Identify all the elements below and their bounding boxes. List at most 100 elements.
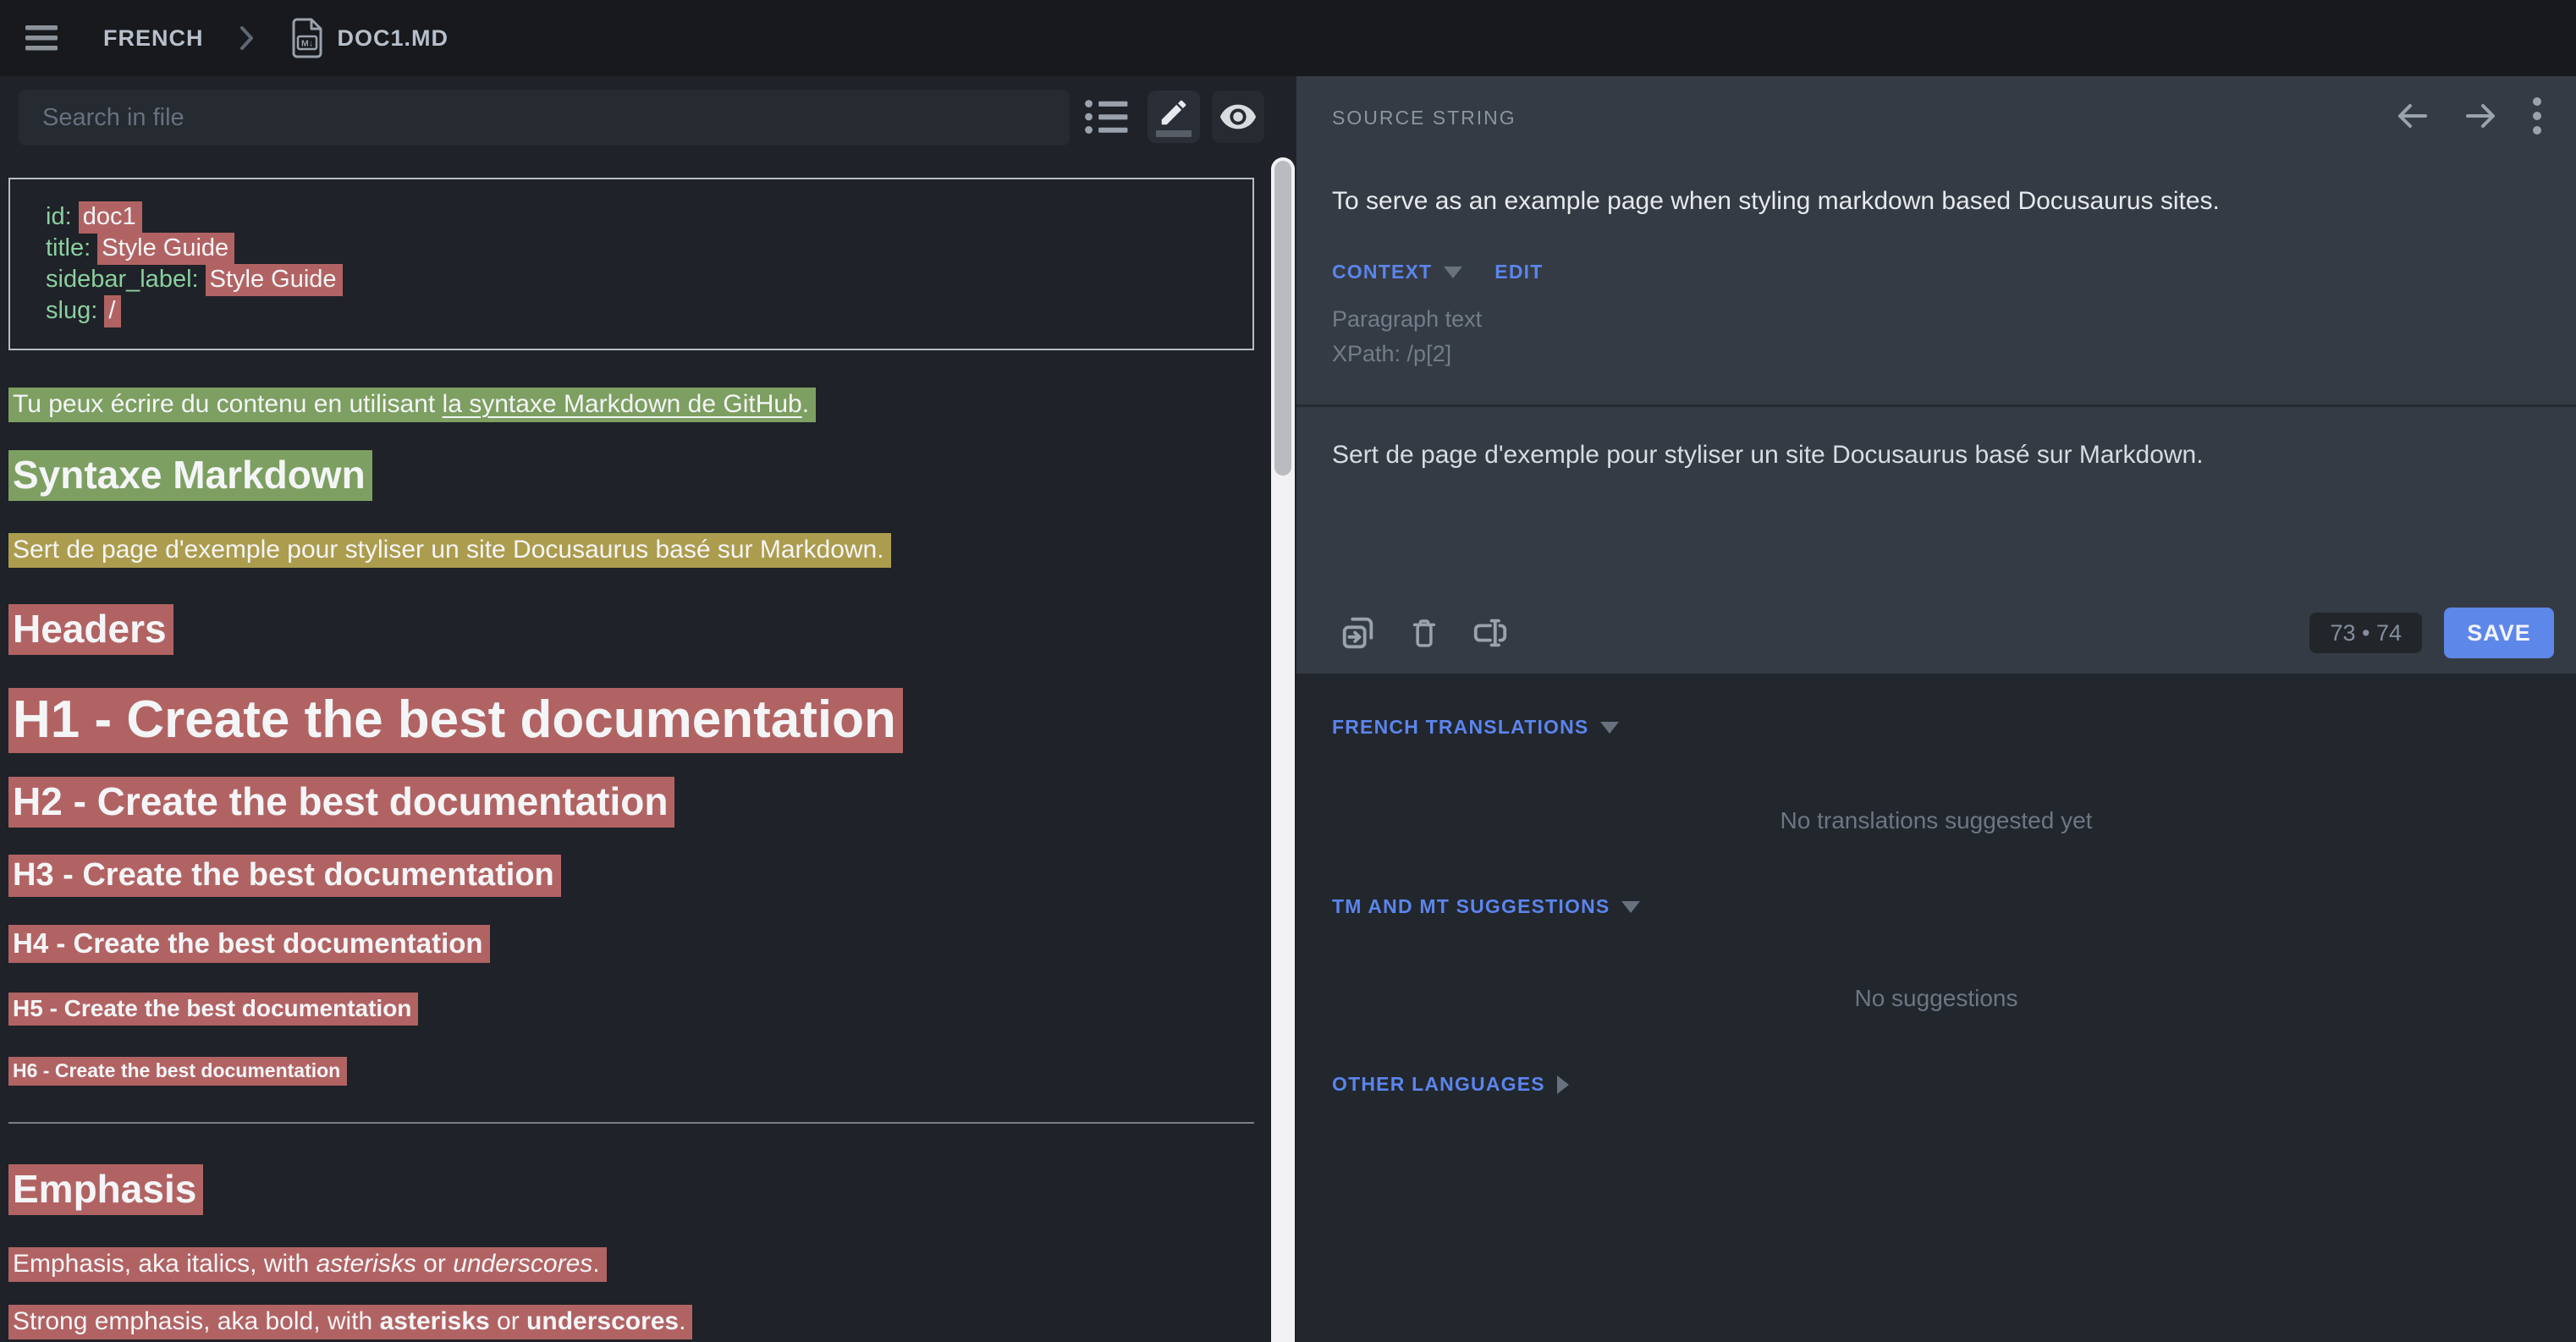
doc-bold-text: underscores bbox=[526, 1307, 679, 1335]
frontmatter-block: id: doc1 title: Style Guide sidebar_labe… bbox=[8, 178, 1254, 350]
chevron-down-icon bbox=[1621, 901, 1640, 913]
arrow-left-icon bbox=[2393, 99, 2430, 133]
doc-heading-2: Headers bbox=[8, 602, 1256, 655]
string-highlight[interactable]: Style Guide bbox=[206, 264, 343, 296]
string-highlight[interactable]: H3 - Create the best documentation bbox=[8, 855, 561, 897]
doc-text: . bbox=[679, 1307, 685, 1335]
doc-heading-1: H1 - Create the best documentation bbox=[8, 685, 1256, 755]
strings-list-button[interactable] bbox=[1084, 96, 1128, 137]
editor-panel: id: doc1 title: Style Guide sidebar_labe… bbox=[0, 76, 1296, 1342]
string-highlight[interactable]: Emphasis bbox=[8, 1164, 203, 1215]
doc-text: . bbox=[802, 390, 809, 418]
doc-paragraph: Sert de page d'exemple pour styliser un … bbox=[8, 531, 1256, 569]
string-highlight[interactable]: / bbox=[104, 295, 121, 327]
string-highlight[interactable]: Headers bbox=[8, 604, 173, 655]
delete-translation-button[interactable] bbox=[1405, 613, 1444, 652]
section-divider bbox=[1296, 404, 2576, 407]
doc-paragraph: Emphasis, aka italics, with asterisks or… bbox=[8, 1246, 1256, 1283]
edit-active-underline bbox=[1156, 130, 1192, 137]
kebab-menu-icon bbox=[2532, 96, 2542, 135]
document-scrollbar[interactable] bbox=[1271, 157, 1295, 1342]
clear-translation-button[interactable] bbox=[1471, 613, 1510, 652]
doc-heading-6: H6 - Create the best documentation bbox=[8, 1056, 1256, 1085]
frontmatter-line: title: Style Guide bbox=[46, 233, 1236, 264]
frontmatter-key: id: bbox=[46, 203, 72, 230]
doc-heading-2: H2 - Create the best documentation bbox=[8, 775, 1256, 828]
char-counter: 73 • 74 bbox=[2309, 613, 2422, 653]
preview-mode-button[interactable] bbox=[1212, 91, 1264, 143]
doc-text: or bbox=[490, 1307, 526, 1335]
more-options-button[interactable] bbox=[2532, 96, 2542, 135]
string-highlight[interactable]: H6 - Create the best documentation bbox=[8, 1057, 347, 1086]
top-bar: FRENCH M↓ DOC1.MD bbox=[0, 0, 2576, 76]
doc-text: or bbox=[416, 1250, 453, 1278]
context-row: CONTEXT EDIT bbox=[1332, 261, 1544, 283]
string-highlight[interactable]: H1 - Create the best documentation bbox=[8, 688, 903, 753]
string-highlight[interactable]: doc1 bbox=[79, 201, 142, 234]
frontmatter-line: slug: / bbox=[46, 295, 1236, 327]
copy-source-icon bbox=[1339, 613, 1378, 652]
next-string-button[interactable] bbox=[2463, 99, 2500, 133]
scrollbar-thumb[interactable] bbox=[1274, 161, 1291, 476]
french-translations-label: FRENCH TRANSLATIONS bbox=[1332, 716, 1588, 739]
menu-button[interactable] bbox=[25, 25, 58, 51]
pencil-icon bbox=[1158, 96, 1190, 129]
edit-mode-button[interactable] bbox=[1148, 91, 1200, 143]
string-highlight-translated[interactable]: Tu peux écrire du contenu en utilisant l… bbox=[8, 388, 816, 422]
doc-paragraph: Tu peux écrire du contenu en utilisant l… bbox=[8, 386, 1256, 423]
string-highlight[interactable]: Strong emphasis, aka bold, with asterisk… bbox=[8, 1305, 692, 1339]
string-highlight[interactable]: Emphasis, aka italics, with asterisks or… bbox=[8, 1247, 607, 1282]
suggestions-section: FRENCH TRANSLATIONS No translations sugg… bbox=[1296, 674, 2576, 1342]
previous-string-button[interactable] bbox=[2393, 99, 2430, 133]
chevron-down-icon bbox=[1444, 267, 1462, 278]
markdown-file-icon: M↓ bbox=[290, 18, 324, 58]
other-languages-label: OTHER LANGUAGES bbox=[1332, 1073, 1545, 1096]
translation-action-bar: 73 • 74 SAVE bbox=[1296, 592, 2576, 674]
chevron-right-icon bbox=[1557, 1075, 1569, 1094]
doc-heading-4: H4 - Create the best documentation bbox=[8, 924, 1256, 963]
active-string-highlight[interactable]: Sert de page d'exemple pour styliser un … bbox=[8, 533, 891, 568]
breadcrumb-project[interactable]: FRENCH bbox=[103, 25, 204, 52]
doc-text: Strong emphasis, aka bold, with bbox=[13, 1307, 380, 1335]
hamburger-icon bbox=[25, 25, 58, 51]
frontmatter-key: sidebar_label: bbox=[46, 266, 199, 293]
string-highlight[interactable]: H2 - Create the best documentation bbox=[8, 777, 674, 828]
edit-context-button[interactable]: EDIT bbox=[1494, 261, 1543, 283]
list-view-icon bbox=[1084, 99, 1128, 135]
save-button[interactable]: SAVE bbox=[2444, 608, 2554, 658]
copy-source-button[interactable] bbox=[1339, 613, 1378, 652]
doc-text: Emphasis, aka italics, with bbox=[13, 1250, 316, 1278]
string-highlight[interactable]: H5 - Create the best documentation bbox=[8, 993, 418, 1026]
svg-text:M↓: M↓ bbox=[301, 39, 313, 49]
doc-italic-text: underscores bbox=[453, 1250, 592, 1278]
context-xpath: XPath: /p[2] bbox=[1332, 341, 1451, 367]
breadcrumb-file: DOC1.MD bbox=[338, 25, 449, 52]
string-highlight-translated[interactable]: Syntaxe Markdown bbox=[8, 450, 372, 501]
tm-mt-suggestions-toggle[interactable]: TM AND MT SUGGESTIONS bbox=[1332, 895, 1640, 918]
doc-heading-5: H5 - Create the best documentation bbox=[8, 992, 1256, 1026]
french-translations-toggle[interactable]: FRENCH TRANSLATIONS bbox=[1332, 716, 1619, 739]
chevron-down-icon bbox=[1600, 722, 1619, 734]
other-languages-toggle[interactable]: OTHER LANGUAGES bbox=[1332, 1073, 1569, 1096]
trash-icon bbox=[1406, 613, 1442, 652]
string-highlight[interactable]: H4 - Create the best documentation bbox=[8, 925, 490, 963]
tm-mt-suggestions-label: TM AND MT SUGGESTIONS bbox=[1332, 895, 1610, 918]
source-string-label: SOURCE STRING bbox=[1332, 107, 1516, 129]
app-window: FRENCH M↓ DOC1.MD bbox=[0, 0, 2576, 1342]
french-translations-empty-state: No translations suggested yet bbox=[1296, 807, 2576, 834]
frontmatter-line: sidebar_label: Style Guide bbox=[46, 264, 1236, 295]
breadcrumb-chevron-icon bbox=[238, 24, 256, 52]
context-toggle-label: CONTEXT bbox=[1332, 261, 1432, 283]
translation-input[interactable]: Sert de page d'exemple pour styliser un … bbox=[1332, 438, 2525, 472]
doc-link[interactable]: la syntaxe Markdown de GitHub bbox=[443, 390, 802, 418]
frontmatter-key: slug: bbox=[46, 297, 97, 324]
doc-text: Tu peux écrire du contenu en utilisant bbox=[13, 390, 443, 418]
doc-paragraph: Strong emphasis, aka bold, with asterisk… bbox=[8, 1303, 1256, 1340]
frontmatter-key: title: bbox=[46, 234, 91, 261]
search-input[interactable] bbox=[19, 90, 1070, 146]
doc-text: . bbox=[592, 1250, 599, 1278]
doc-heading-2: Emphasis bbox=[8, 1163, 1256, 1215]
context-toggle[interactable]: CONTEXT bbox=[1332, 261, 1462, 283]
string-highlight[interactable]: Style Guide bbox=[97, 233, 234, 265]
text-cursor-field-icon bbox=[1471, 613, 1510, 652]
